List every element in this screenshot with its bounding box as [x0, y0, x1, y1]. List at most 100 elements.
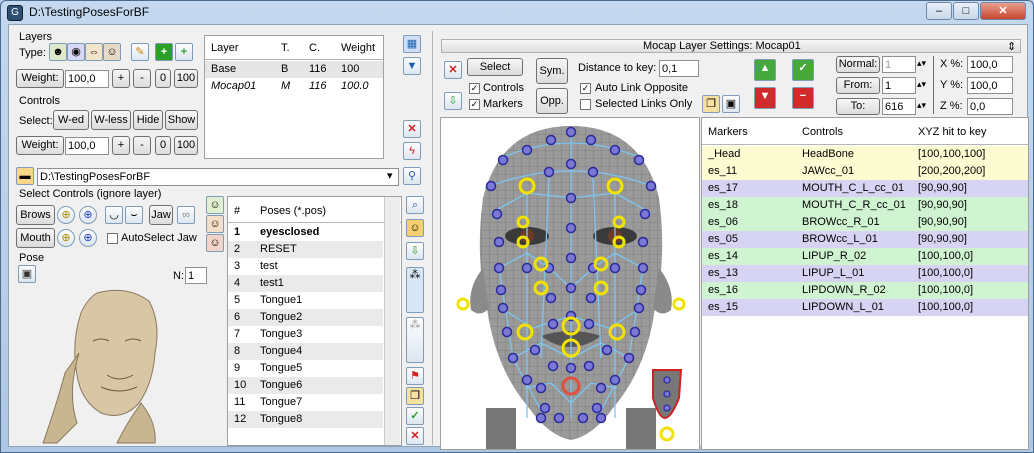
thumbs-down-icon[interactable]: ▼: [754, 87, 776, 109]
hide-button[interactable]: Hide: [133, 110, 163, 130]
face-viewport[interactable]: [440, 117, 700, 450]
list-item[interactable]: 1 eyesclosed: [228, 224, 383, 241]
calendar-icon[interactable]: ▦: [403, 35, 421, 53]
normal-input[interactable]: 1: [882, 56, 916, 73]
filter-icon[interactable]: ▼: [403, 57, 421, 75]
list-item[interactable]: 6 Tongue2: [228, 309, 383, 326]
normal-button[interactable]: Normal:: [836, 56, 880, 73]
thumbs-up-icon[interactable]: ▲: [754, 59, 776, 81]
target-yellow-icon[interactable]: ⊕: [57, 206, 75, 224]
brows-button[interactable]: Brows: [16, 205, 55, 225]
spin-icon[interactable]: ▴▾: [917, 58, 926, 69]
distance-input[interactable]: 0,1: [659, 60, 699, 77]
poses-scrollbar[interactable]: [384, 197, 400, 445]
maximize-button[interactable]: □: [953, 2, 979, 20]
person-orange-icon[interactable]: ☺: [206, 215, 224, 233]
list-item[interactable]: 5 Tongue1: [228, 292, 383, 309]
table-row[interactable]: _Head HeadBone [100,100,100]: [702, 146, 1028, 163]
sym-button[interactable]: Sym.: [536, 58, 568, 84]
add-layer-copy-icon[interactable]: +: [175, 43, 193, 61]
person-red-icon[interactable]: ☺: [206, 234, 224, 252]
cancel-icon[interactable]: ✕: [406, 427, 424, 445]
selected-links-checkbox[interactable]: [580, 99, 591, 110]
list-item[interactable]: 2 RESET: [228, 241, 383, 258]
xyz-slider-track[interactable]: [933, 56, 934, 114]
chain-gray-icon[interactable]: ⁂: [406, 317, 424, 363]
layer-type-face-icon[interactable]: ☺: [103, 43, 121, 61]
table-row[interactable]: Mocap01 M 116 100.0: [205, 78, 383, 95]
table-row[interactable]: es_05 BROWcc_L_01 [90,90,90]: [702, 231, 1028, 248]
control-weight-input[interactable]: 100,0: [65, 137, 109, 155]
layer-type-eye-icon[interactable]: ◉: [67, 43, 85, 61]
save-pose-icon[interactable]: ▣: [18, 265, 36, 283]
table-row[interactable]: es_11 JAWcc_01 [200,200,200]: [702, 163, 1028, 180]
control-weight-100-button[interactable]: 100: [174, 136, 198, 155]
jaw-button[interactable]: Jaw: [149, 205, 173, 225]
control-weight-button[interactable]: Weight:: [16, 136, 64, 155]
table-row[interactable]: es_13 LIPUP_L_01 [100,100,0]: [702, 265, 1028, 282]
table-row[interactable]: es_16 LIPDOWN_R_02 [100,100,0]: [702, 282, 1028, 299]
accept-icon[interactable]: ✓: [792, 59, 814, 81]
close-button[interactable]: ✕: [980, 2, 1026, 20]
mouth-target-yellow-icon[interactable]: ⊕: [57, 229, 75, 247]
controls-checkbox[interactable]: ✓: [469, 83, 480, 94]
select-weightless-button[interactable]: W-less: [91, 110, 131, 130]
collapse-icon[interactable]: ⇕: [1007, 40, 1016, 53]
list-item[interactable]: 3 test: [228, 258, 383, 275]
paste-icon[interactable]: ❐: [702, 95, 720, 113]
control-weight-minus-button[interactable]: -: [133, 136, 151, 155]
from-button[interactable]: From:: [836, 77, 880, 94]
control-weight-plus-button[interactable]: +: [112, 136, 130, 155]
smiley-icon[interactable]: ☺: [406, 219, 424, 237]
chevron-down-icon[interactable]: ▾: [387, 169, 393, 182]
search-tool-icon[interactable]: ⚲: [403, 167, 421, 185]
to-input[interactable]: 616: [882, 98, 916, 115]
list-item[interactable]: 4 test1: [228, 275, 383, 292]
remove-icon[interactable]: −: [792, 87, 814, 109]
spin-icon[interactable]: ▴▾: [917, 100, 926, 111]
select-weighted-button[interactable]: W-ed: [53, 110, 89, 130]
download-icon[interactable]: ⇩: [406, 242, 424, 260]
layer-weight-input[interactable]: 100,0: [65, 70, 109, 88]
mouth-button[interactable]: Mouth: [16, 228, 55, 248]
to-button[interactable]: To:: [836, 98, 880, 115]
layer-type-link-icon[interactable]: ⇔: [85, 43, 103, 61]
list-item[interactable]: 9 Tongue5: [228, 360, 383, 377]
path-select[interactable]: D:\TestingPosesForBF: [37, 168, 399, 186]
auto-link-checkbox[interactable]: ✓: [580, 83, 591, 94]
flag-icon[interactable]: ⚑: [406, 367, 424, 385]
layer-weight-100-button[interactable]: 100: [174, 69, 198, 88]
layer-weight-button[interactable]: Weight:: [16, 69, 64, 88]
control-weight-zero-button[interactable]: 0: [155, 136, 171, 155]
checkmark-icon[interactable]: ✓: [406, 407, 424, 425]
mouth-target-blue-icon[interactable]: ⊕: [79, 229, 97, 247]
table-row[interactable]: es_14 LIPUP_R_02 [100,100,0]: [702, 248, 1028, 265]
edit-pencil-icon[interactable]: ✎: [131, 43, 149, 61]
table-row[interactable]: es_06 BROWcc_R_01 [90,90,90]: [702, 214, 1028, 231]
y-input[interactable]: 100,0: [967, 77, 1013, 94]
layer-weight-zero-button[interactable]: 0: [155, 69, 171, 88]
layer-weight-plus-button[interactable]: +: [112, 69, 130, 88]
list-item[interactable]: 12 Tongue8: [228, 411, 383, 428]
table-row[interactable]: es_17 MOUTH_C_L_cc_01 [90,90,90]: [702, 180, 1028, 197]
x-input[interactable]: 100,0: [967, 56, 1013, 73]
opp-button[interactable]: Opp.: [536, 88, 568, 114]
app-icon[interactable]: G: [7, 5, 23, 21]
markers-checkbox[interactable]: ✓: [469, 99, 480, 110]
table-row[interactable]: Base B 116 100: [205, 61, 383, 78]
minimize-button[interactable]: –: [926, 2, 952, 20]
eye-lid-icon[interactable]: ◡: [105, 206, 123, 224]
add-layer-icon[interactable]: +: [155, 43, 173, 61]
folder-icon[interactable]: ▬: [16, 167, 34, 185]
person-green-icon[interactable]: ☺: [206, 196, 224, 214]
table-row[interactable]: es_15 LIPDOWN_L_01 [100,100,0]: [702, 299, 1028, 316]
list-item[interactable]: 7 Tongue3: [228, 326, 383, 343]
chain-blue-icon[interactable]: ⁂: [406, 267, 424, 313]
lightning-icon[interactable]: ϟ: [403, 142, 421, 160]
from-input[interactable]: 1: [882, 77, 916, 94]
n-input[interactable]: 1: [185, 267, 207, 284]
list-item[interactable]: 8 Tongue4: [228, 343, 383, 360]
layer-type-bone-icon[interactable]: ☻: [49, 43, 67, 61]
copy-icon[interactable]: ❐: [406, 387, 424, 405]
save-icon[interactable]: ▣: [722, 95, 740, 113]
